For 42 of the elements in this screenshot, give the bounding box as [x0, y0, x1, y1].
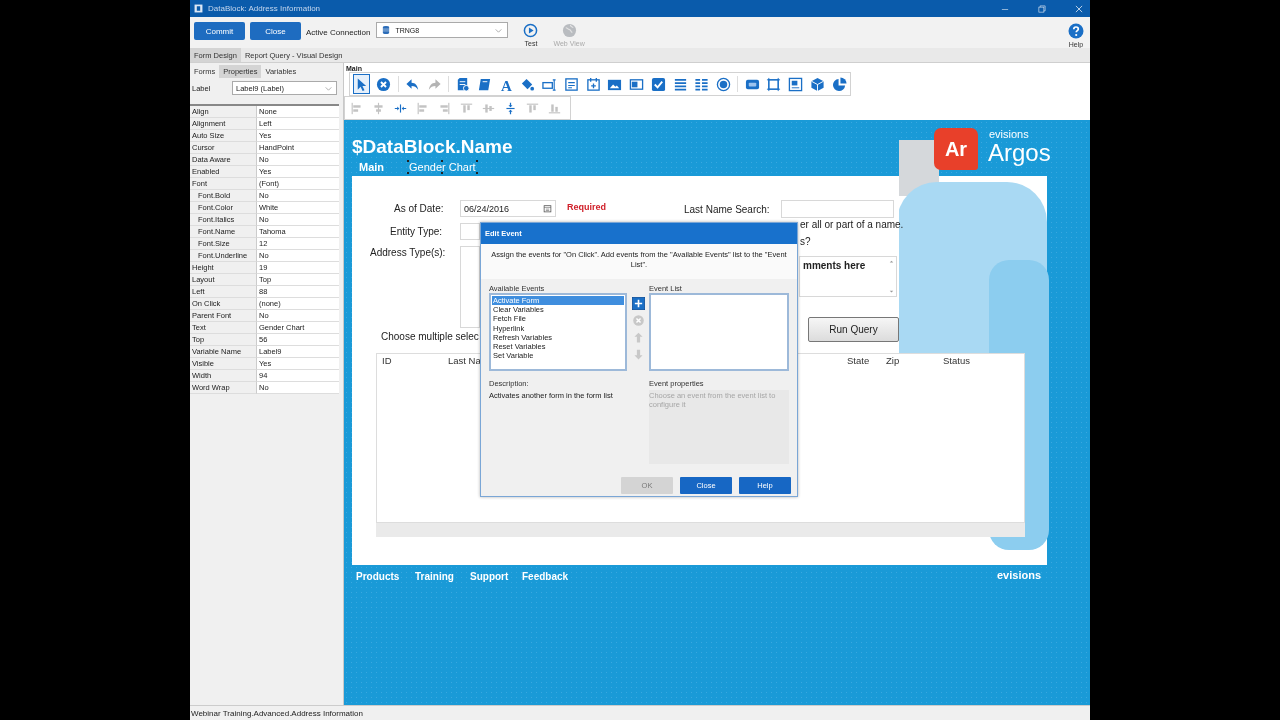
help-icon	[1068, 23, 1084, 39]
brand-name: evisions	[989, 128, 1029, 140]
database-icon	[381, 25, 392, 35]
field-label: Address Type(s):	[370, 247, 446, 258]
date-field[interactable]: 06/24/2016	[460, 200, 556, 217]
run-query-button[interactable]: Run Query	[808, 317, 899, 342]
instruction-text: Choose multiple selec	[381, 331, 479, 342]
hint-text: s?	[800, 236, 811, 247]
logo-mark: Ar	[934, 128, 978, 170]
product-name: Argos	[988, 139, 1051, 167]
close-button[interactable]: Close	[250, 22, 301, 40]
form-title: $DataBlock.Name	[352, 136, 513, 158]
globe-icon	[561, 23, 577, 38]
calendar-icon	[543, 204, 552, 213]
field-label: Last Name Search:	[684, 204, 770, 215]
commit-button[interactable]: Commit	[194, 22, 245, 40]
center-horizontal-icon[interactable]	[393, 101, 407, 115]
column-header[interactable]: Status	[943, 355, 970, 366]
app-icon	[194, 4, 203, 13]
footer-brand: evisions	[997, 569, 1042, 581]
status-text: Webinar Training.Advanced.Address Information	[191, 708, 363, 718]
hint-text: er all or part of a name.	[800, 219, 904, 230]
search-field[interactable]	[781, 200, 894, 218]
column-header[interactable]: Zip	[886, 355, 900, 366]
scroll-down-icon	[888, 288, 895, 295]
restore-icon[interactable]	[1037, 3, 1047, 14]
play-icon	[523, 23, 539, 38]
close-icon[interactable]	[1074, 3, 1084, 14]
required-label: Required	[567, 202, 606, 212]
horizontal-scrollbar[interactable]	[376, 523, 1025, 537]
scroll-up-icon	[888, 258, 895, 265]
field-label: As of Date:	[394, 203, 444, 214]
center-vertical-icon[interactable]	[503, 101, 517, 115]
add-button[interactable]	[631, 296, 645, 310]
column-header[interactable]: Last Na	[448, 355, 481, 366]
connection-label: Active Connection	[306, 28, 371, 37]
column-header[interactable]: State	[847, 355, 870, 366]
text-icon[interactable]: A	[498, 76, 514, 92]
column-header[interactable]: ID	[382, 355, 392, 366]
window-title: DataBlock: Address Information	[208, 4, 321, 13]
field-label: Entity Type:	[390, 226, 443, 237]
comments-box[interactable]: mments here	[799, 256, 897, 297]
